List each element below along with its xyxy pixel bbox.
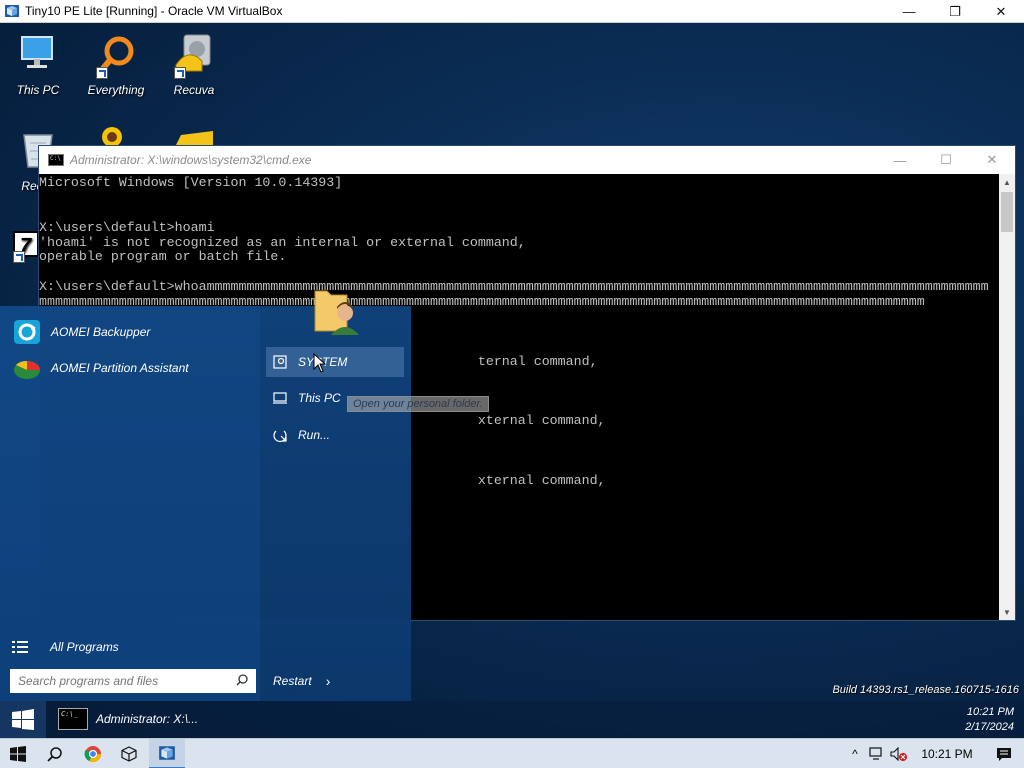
run-icon [273,430,287,442]
cmd-close-button[interactable]: ✕ [969,146,1015,174]
console-line: Microsoft Windows [Version 10.0.14393] [39,175,343,190]
guest-start-button[interactable] [0,701,46,738]
cmd-maximize-button[interactable]: ☐ [923,146,969,174]
cmd-titlebar[interactable]: Administrator: X:\windows\system32\cmd.e… [39,146,1015,174]
system-tray: ^ 10:21 PM [844,739,1024,768]
desktop-icon-label: Recuva [173,83,215,97]
desktop-icon-label: This PC [16,83,60,97]
computer-icon [21,36,53,68]
guest-clock[interactable]: 10:21 PM 2/17/2024 [965,705,1014,735]
host-virtualbox-button[interactable] [149,739,185,768]
search-icon [236,674,248,686]
start-menu-user-folder[interactable]: SYSTEM [266,347,404,377]
start-menu-right-label: This PC [298,391,341,405]
notifications-icon[interactable] [984,739,1024,768]
windows-logo-icon [12,708,34,730]
start-menu-app-aomei-partition-assistant[interactable]: AOMEI Partition Assistant [12,354,189,382]
aomei-partition-assistant-icon [14,360,40,379]
start-menu-run[interactable]: Run... [266,420,404,450]
build-watermark: Build 14393.rs1_release.160715-1616 [832,684,1019,696]
search-input[interactable] [18,674,228,688]
console-line: 'hoami' is not recognized as an internal… [39,234,526,250]
volume-muted-icon[interactable] [888,739,910,768]
guest-taskbar: Administrator: X:\... [0,701,1024,738]
host-restore-button[interactable]: ❐ [932,0,978,23]
terminal-icon [58,708,88,730]
console-line: operable program or batch file. [39,249,287,265]
start-menu-app-label: AOMEI Backupper [51,325,151,339]
network-icon[interactable] [866,739,888,768]
computer-icon [273,392,287,404]
host-close-button[interactable]: ✕ [978,0,1024,23]
all-programs-label: All Programs [50,640,119,654]
list-icon [12,641,28,653]
speaker-icon [890,747,907,761]
tray-overflow-chevron-icon[interactable]: ^ [844,739,866,768]
virtualbox-icon [5,5,19,17]
start-menu-app-aomei-backupper[interactable]: AOMEI Backupper [12,318,150,346]
chevron-right-icon[interactable]: › [326,673,331,689]
host-window-titlebar: Tiny10 PE Lite [Running] - Oracle VM Vir… [0,0,1024,23]
cube-icon [121,746,137,762]
tooltip: Open your personal folder. [347,396,489,412]
start-menu-right-label: Run... [298,428,331,442]
console-line: X:\users\default>hoami [39,219,215,235]
cmd-icon [48,154,64,166]
chrome-icon [84,746,102,763]
cmd-window-title: Administrator: X:\windows\system32\cmd.e… [70,153,312,167]
console-line: X:\users\default>whoammmmmmmmmmmmmmmmmmm… [39,279,989,295]
host-window-title: Tiny10 PE Lite [Running] - Oracle VM Vir… [25,4,283,18]
restart-label: Restart [273,674,312,688]
start-search-box[interactable] [10,669,256,693]
scroll-down-icon[interactable]: ▼ [999,604,1015,620]
desktop-icon-label: Everything [87,83,145,97]
user-folder-icon [273,355,287,369]
cmd-minimize-button[interactable]: — [877,146,923,174]
host-minimize-button[interactable]: — [886,0,932,23]
guest-taskbar-cmd-button[interactable]: Administrator: X:\... [58,704,206,734]
desktop-icon-this-pc[interactable]: This PC [0,31,76,97]
desktop-icon-recuva[interactable]: Recuva [156,31,232,97]
user-avatar [314,290,359,335]
host-taskbar: ^ 10:21 PM [0,738,1024,768]
host-clock[interactable]: 10:21 PM [910,739,984,768]
host-start-button[interactable] [0,739,36,768]
host-3d-box-button[interactable] [111,739,147,768]
desktop-icon-everything[interactable]: Everything [78,31,154,97]
sunflower-icon [98,127,126,149]
virtualbox-icon [159,746,175,760]
mouse-cursor-icon [313,353,327,373]
restart-button[interactable]: Restart › [273,673,330,689]
shortcut-arrow-icon [13,251,25,263]
host-chrome-button[interactable] [75,739,111,768]
start-menu-app-label: AOMEI Partition Assistant [51,361,189,375]
host-search-button[interactable] [37,739,73,768]
search-icon [47,747,62,762]
all-programs-button[interactable]: All Programs [12,640,119,654]
aomei-backupper-icon [14,320,40,344]
shortcut-arrow-icon [96,67,108,79]
scroll-up-icon[interactable]: ▲ [999,174,1015,190]
guest-desktop[interactable]: This PC Everything Recuva 7 C:\ Administ… [0,23,1024,738]
guest-time: 10:21 PM [966,706,1014,718]
monitor-network-icon [869,747,882,760]
action-center-icon [997,747,1011,761]
cmd-scrollbar[interactable]: ▲ ▼ [999,174,1015,620]
scrollbar-thumb[interactable] [1001,192,1013,232]
guest-task-label: Administrator: X:\... [96,712,199,726]
windows-logo-icon [10,746,26,762]
guest-date: 2/17/2024 [965,721,1014,733]
shortcut-arrow-icon [174,67,186,79]
